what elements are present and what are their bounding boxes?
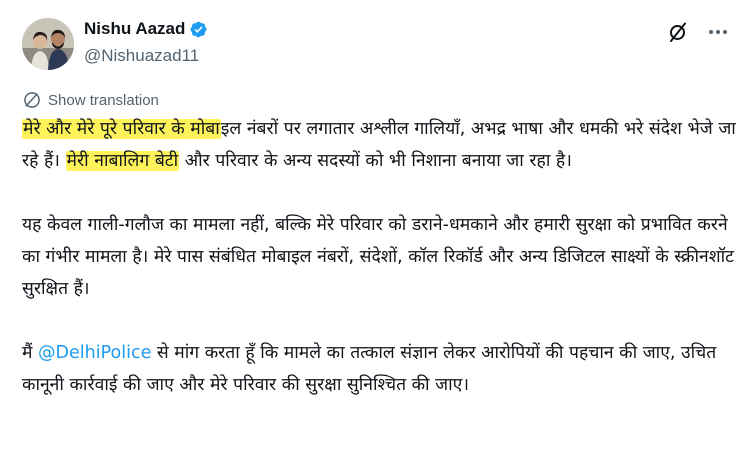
mention-link[interactable]: @DelhiPolice	[38, 343, 151, 363]
author-info: Nishu Aazad @Nishuazad11	[84, 18, 208, 68]
verified-badge-icon[interactable]	[189, 20, 208, 39]
tweet-paragraph-2: यह केवल गाली-गलौज का मामला नहीं, बल्कि म…	[22, 215, 734, 299]
highlighted-text: मेरे और मेरे पूरे परिवार के मोबा	[22, 119, 221, 139]
translate-icon	[24, 92, 40, 108]
highlighted-text: मेरी नाबालिग बेटी	[65, 151, 180, 171]
avatar[interactable]	[22, 18, 74, 70]
more-horizontal-icon[interactable]	[706, 20, 730, 44]
tweet-paragraph-1: मेरे और मेरे पूरे परिवार के मोबाइल नंबरो…	[22, 113, 737, 177]
tweet-text-segment: मैं	[22, 343, 39, 363]
display-name[interactable]: Nishu Aazad	[84, 18, 185, 40]
handle[interactable]: @Nishuazad11	[84, 44, 208, 68]
show-translation-label: Show translation	[48, 91, 159, 109]
tweet-text-segment: और परिवार के अन्य सदस्यों को भी निशाना ब…	[179, 151, 572, 171]
grok-slash-icon[interactable]	[666, 20, 690, 44]
display-name-row[interactable]: Nishu Aazad	[84, 18, 208, 40]
tweet-text: मेरे और मेरे पूरे परिवार के मोबाइल नंबरो…	[22, 113, 737, 433]
show-translation-button[interactable]: Show translation	[22, 90, 159, 110]
tweet-header: Nishu Aazad @Nishuazad11	[22, 14, 736, 70]
tweet-paragraph-3: मैं @DelhiPolice से मांग करता हूँ कि माम…	[22, 337, 737, 401]
